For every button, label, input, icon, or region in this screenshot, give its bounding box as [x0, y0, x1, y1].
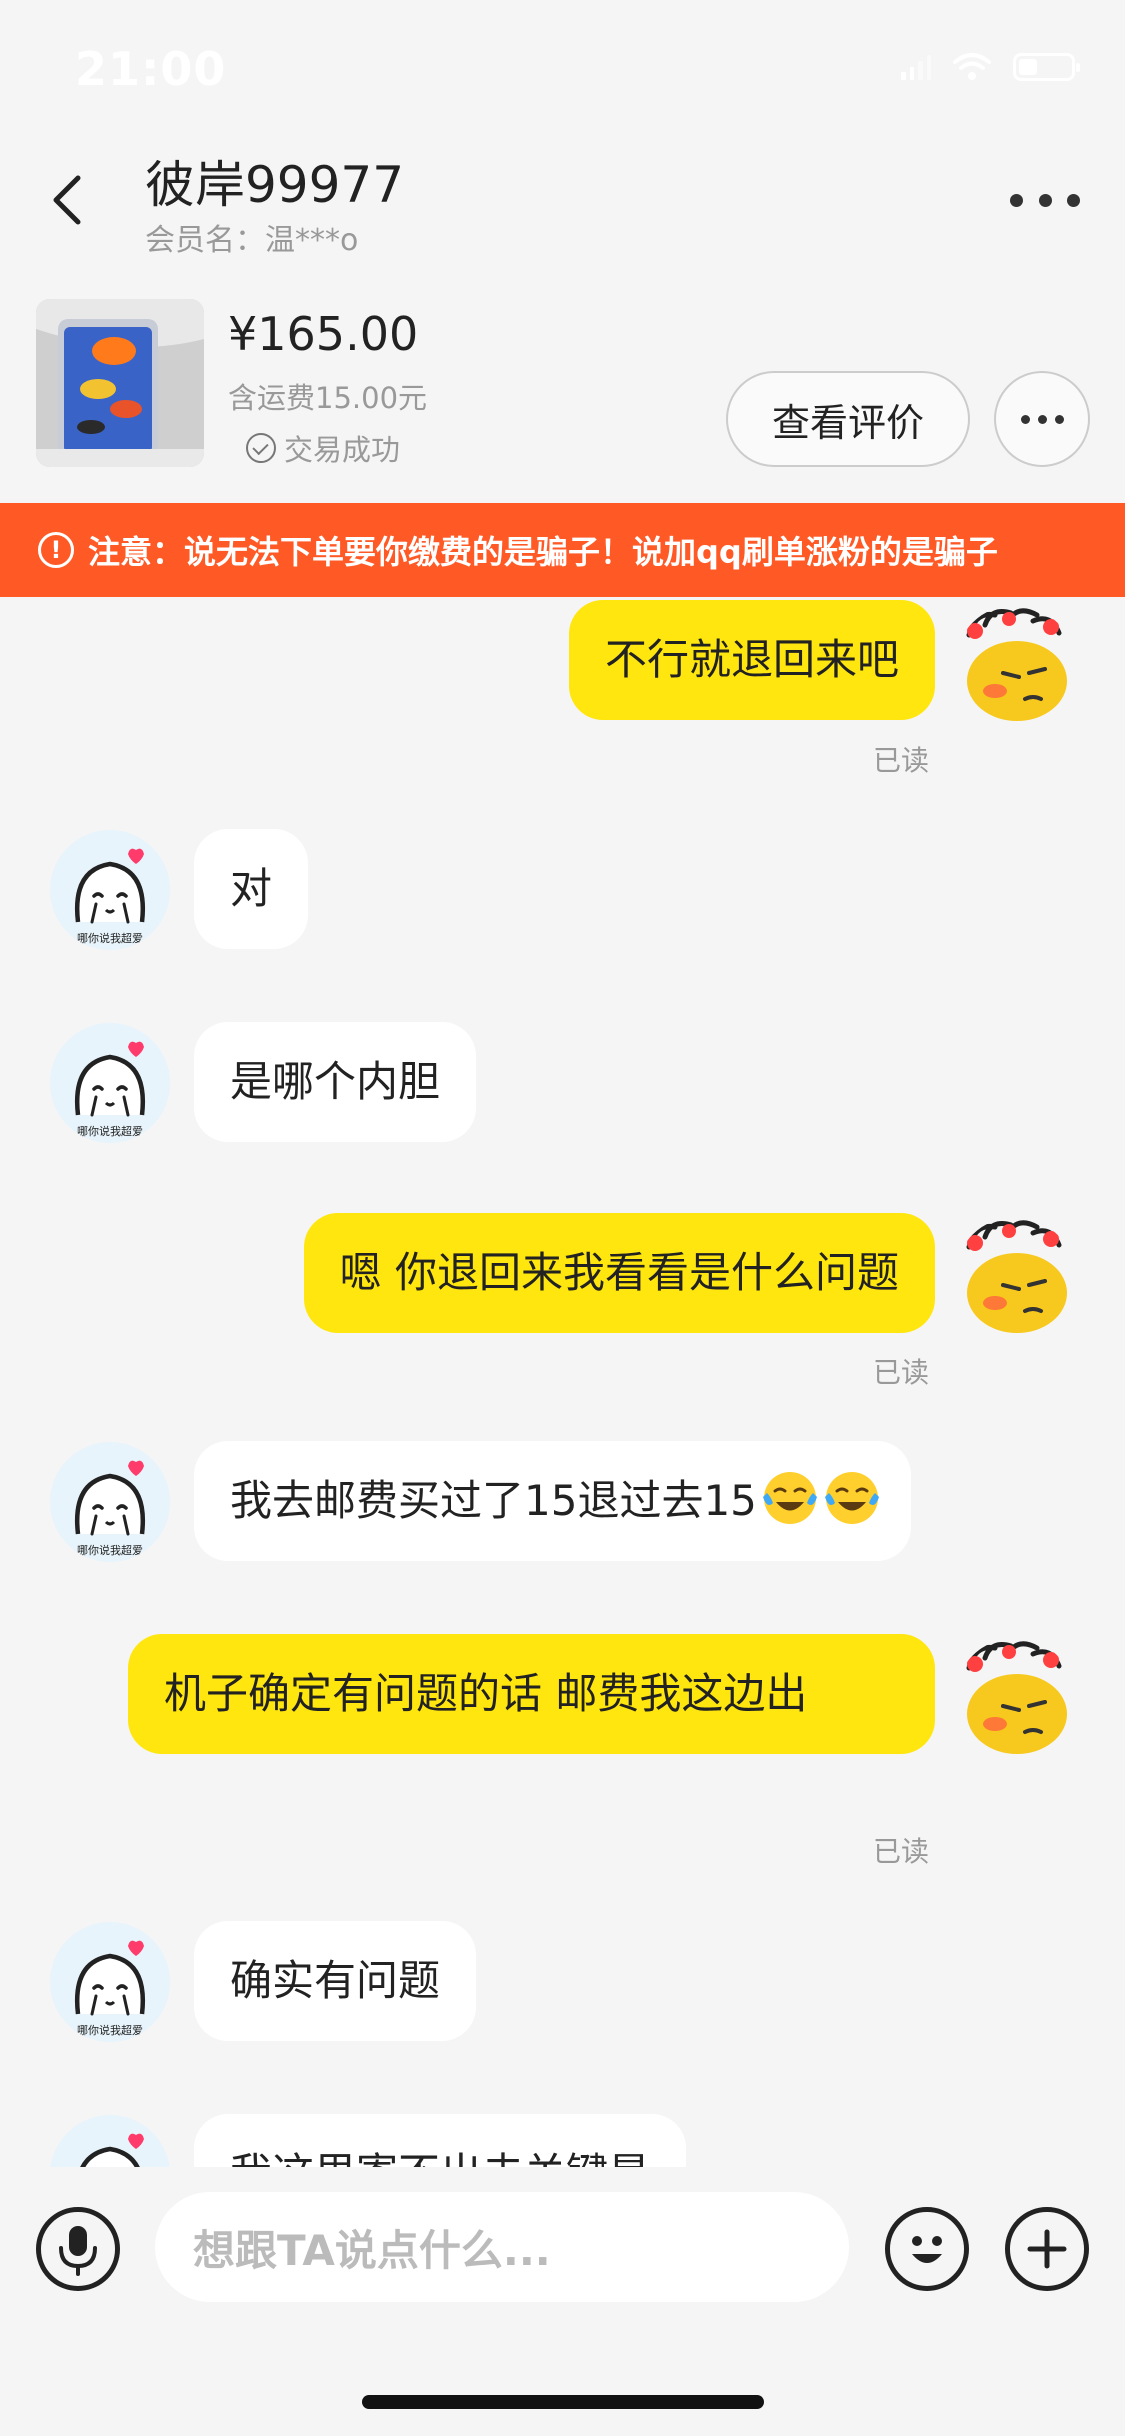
more-actions-button[interactable]	[1005, 2207, 1089, 2291]
product-price: ¥165.00	[228, 307, 419, 361]
message-bubble-mine[interactable]: 嗯 你退回来我看看是什么问题	[303, 1213, 935, 1333]
check-circle-icon	[246, 433, 276, 463]
contact-avatar[interactable]: 哪你说我超爱	[50, 1922, 170, 2042]
message-text: 我去邮费买过了15退过去15	[230, 1476, 757, 1525]
contact-avatar[interactable]: 哪你说我超爱	[50, 830, 170, 950]
product-more-button[interactable]	[994, 371, 1090, 467]
avatar-caption: 哪你说我超爱	[77, 1543, 143, 1557]
voice-input-button[interactable]	[36, 2207, 120, 2291]
member-name: 会员名：温***o	[145, 223, 359, 258]
message-bubble-mine[interactable]: 不行就退回来吧	[568, 600, 935, 720]
smiley-icon	[912, 2236, 942, 2263]
contact-nickname: 彼岸99977	[145, 156, 405, 214]
more-options-button[interactable]	[1010, 180, 1080, 220]
chat-header: 彼岸99977 会员名：温***o	[0, 135, 1125, 265]
message-bubble-contact[interactable]: 对	[194, 829, 309, 949]
emoji-button[interactable]	[885, 2207, 969, 2291]
my-avatar[interactable]	[955, 1638, 1075, 1758]
battery-icon	[1013, 53, 1080, 81]
message-bubble-contact[interactable]: 我这里寄不出去关键是	[194, 2114, 687, 2167]
back-icon[interactable]	[40, 170, 100, 230]
message-bubble-contact[interactable]: 我去邮费买过了15退过去15	[194, 1441, 911, 1561]
status-bar: 21:00	[0, 0, 1125, 135]
signal-icon	[901, 54, 931, 80]
message-input[interactable]: 想跟TA说点什么...	[155, 2192, 849, 2302]
home-indicator[interactable]	[362, 2395, 764, 2409]
message-bubble-contact[interactable]: 确实有问题	[194, 1921, 477, 2041]
message-bubble-contact[interactable]: 是哪个内胆	[194, 1022, 477, 1142]
read-receipt: 已读	[872, 744, 929, 777]
message-input-bar: 想跟TA说点什么...	[0, 2167, 1125, 2436]
product-thumbnail[interactable]	[36, 299, 204, 467]
tears-of-joy-emoji-icon	[762, 1472, 817, 1524]
status-icons	[901, 52, 1080, 82]
shipping-fee: 含运费15.00元	[228, 381, 428, 415]
product-card[interactable]: ¥165.00 含运费15.00元 交易成功 查看评价	[0, 275, 1125, 475]
deal-status-label: 交易成功	[284, 433, 401, 467]
wifi-icon	[953, 53, 991, 80]
contact-avatar[interactable]	[50, 2115, 170, 2167]
microphone-icon	[59, 2226, 97, 2276]
my-avatar[interactable]	[955, 605, 1075, 725]
scam-warning-banner: ! 注意：说无法下单要你缴费的是骗子！说加qq刷单涨粉的是骗子	[0, 503, 1125, 597]
chat-message-list[interactable]: 不行就退回来吧 已读 哪你说我超爱 对 哪你说我超爱 是哪个内胆 嗯 你退回来我…	[0, 597, 1125, 2167]
status-time: 21:00	[75, 42, 227, 96]
contact-avatar[interactable]: 哪你说我超爱	[50, 1023, 170, 1143]
message-bubble-mine[interactable]: 机子确定有问题的话 邮费我这边出	[128, 1634, 935, 1754]
avatar-caption: 哪你说我超爱	[77, 1124, 143, 1138]
contact-avatar[interactable]: 哪你说我超爱	[50, 1442, 170, 1562]
my-avatar[interactable]	[955, 1217, 1075, 1337]
read-receipt: 已读	[872, 1835, 929, 1868]
view-review-button[interactable]: 查看评价	[726, 371, 970, 467]
tears-of-joy-emoji-icon	[824, 1472, 879, 1524]
avatar-caption: 哪你说我超爱	[77, 2023, 143, 2037]
deal-status: 交易成功	[246, 427, 400, 469]
avatar-caption: 哪你说我超爱	[77, 931, 143, 945]
plus-icon	[1027, 2229, 1067, 2269]
exclamation-icon: !	[38, 532, 74, 568]
read-receipt: 已读	[872, 1356, 929, 1389]
warning-text: 注意：说无法下单要你缴费的是骗子！说加qq刷单涨粉的是骗子	[88, 533, 998, 571]
